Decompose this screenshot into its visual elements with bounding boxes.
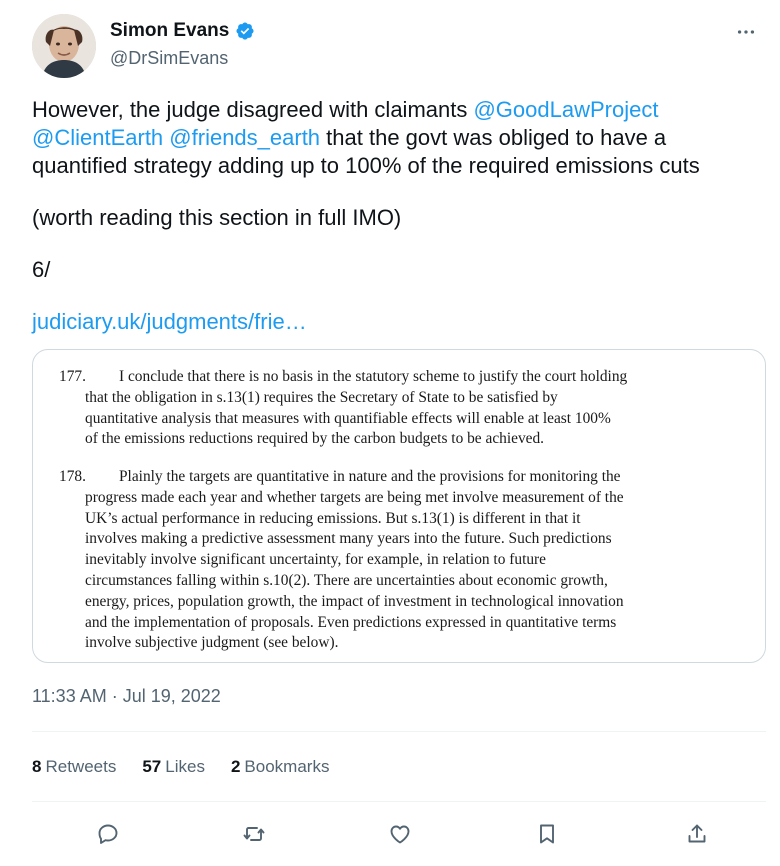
author-name[interactable]: Simon Evans [110, 20, 229, 42]
tweet-text-line-3: quantified strategy adding up to 100% of… [32, 153, 700, 178]
tweet-text-line-4: (worth reading this section in full IMO) [32, 205, 402, 230]
bookmarks-stat[interactable]: 2 Bookmarks [231, 757, 330, 777]
paragraph-177: 177. I conclude that there is no basis in… [59, 367, 747, 450]
reply-button[interactable] [94, 820, 122, 848]
heart-icon [390, 825, 410, 844]
engagement-stats: 8 Retweets 57 Likes 2 Bookmarks [32, 757, 329, 777]
avatar[interactable] [32, 14, 96, 78]
more-options-button[interactable] [730, 16, 762, 48]
tweet-thread-number: 6/ [32, 257, 51, 282]
tweet-text-suffix: that the govt was obliged to have a [320, 125, 667, 150]
avatar-image [32, 14, 96, 78]
tweet-text-line-1: However, the judge disagreed with claima… [32, 96, 752, 124]
retweet-button[interactable] [240, 820, 268, 848]
divider [32, 801, 766, 802]
retweets-stat[interactable]: 8 Retweets [32, 757, 116, 777]
verified-badge-icon [235, 21, 255, 41]
paragraph-178-line: 178. Plainly the targets are quantitative… [59, 467, 747, 488]
document-image-card[interactable]: 177. I conclude that there is no basis in… [32, 349, 766, 663]
paragraph-177-line: of the emissions reductions required by … [85, 430, 545, 448]
tweet-text-prefix: However, the judge disagreed with claima… [32, 97, 474, 122]
likes-stat[interactable]: 57 Likes [142, 757, 205, 777]
paragraph-178-line: circumstances falling within s.10(2). Th… [85, 571, 608, 589]
paragraph-178-line: involve subjective judgment (see below). [85, 634, 339, 652]
author-handle[interactable]: @DrSimEvans [110, 48, 228, 69]
bookmark-icon [540, 824, 554, 844]
paragraph-177-number: 177. [59, 368, 86, 385]
paragraph-178-number: 178. [59, 468, 86, 485]
mention-clientearth[interactable]: @ClientEarth [32, 125, 163, 150]
paragraph-177-line: quantitative analysis that measures with… [85, 409, 611, 427]
action-bar [0, 814, 780, 854]
paragraph-178-line: involves making a predictive assessment … [85, 530, 612, 548]
paragraph-177-line: that the obligation in s.13(1) requires … [85, 388, 558, 406]
bookmark-button[interactable] [533, 820, 561, 848]
tweet-timestamp[interactable]: 11:33 AM · Jul 19, 2022 [32, 686, 221, 707]
share-icon [688, 824, 706, 843]
paragraph-178-line: UK’s actual performance in reducing emis… [85, 509, 581, 527]
like-button[interactable] [386, 820, 414, 848]
mention-goodlawproject[interactable]: @GoodLawProject [473, 97, 658, 122]
author-name-row[interactable]: Simon Evans [110, 20, 255, 42]
paragraph-178-line: energy, prices, population growth, the i… [85, 592, 624, 610]
paragraph-178-line: and the implementation of proposals. Eve… [85, 613, 617, 631]
paragraph-177-line: 177. I conclude that there is no basis in… [59, 367, 747, 388]
share-button[interactable] [683, 820, 711, 848]
paragraph-178: 178. Plainly the targets are quantitative… [59, 467, 747, 654]
divider [32, 731, 766, 732]
mention-friends-earth[interactable]: @friends_earth [169, 125, 320, 150]
paragraph-178-line: inevitably involve significant uncertain… [85, 551, 547, 569]
tweet: Simon Evans @DrSimEvans However, the jud… [0, 0, 780, 866]
tweet-text-line-2: @ClientEarth @friends_earth that the gov… [32, 124, 752, 152]
tweet-text: However, the judge disagreed with claima… [32, 96, 752, 336]
reply-icon [98, 824, 118, 844]
more-horizontal-icon [737, 30, 755, 34]
judgment-link[interactable]: judiciary.uk/judgments/frie… [32, 309, 307, 334]
paragraph-178-line: progress made each year and whether targ… [85, 488, 624, 506]
retweet-icon [243, 827, 265, 841]
